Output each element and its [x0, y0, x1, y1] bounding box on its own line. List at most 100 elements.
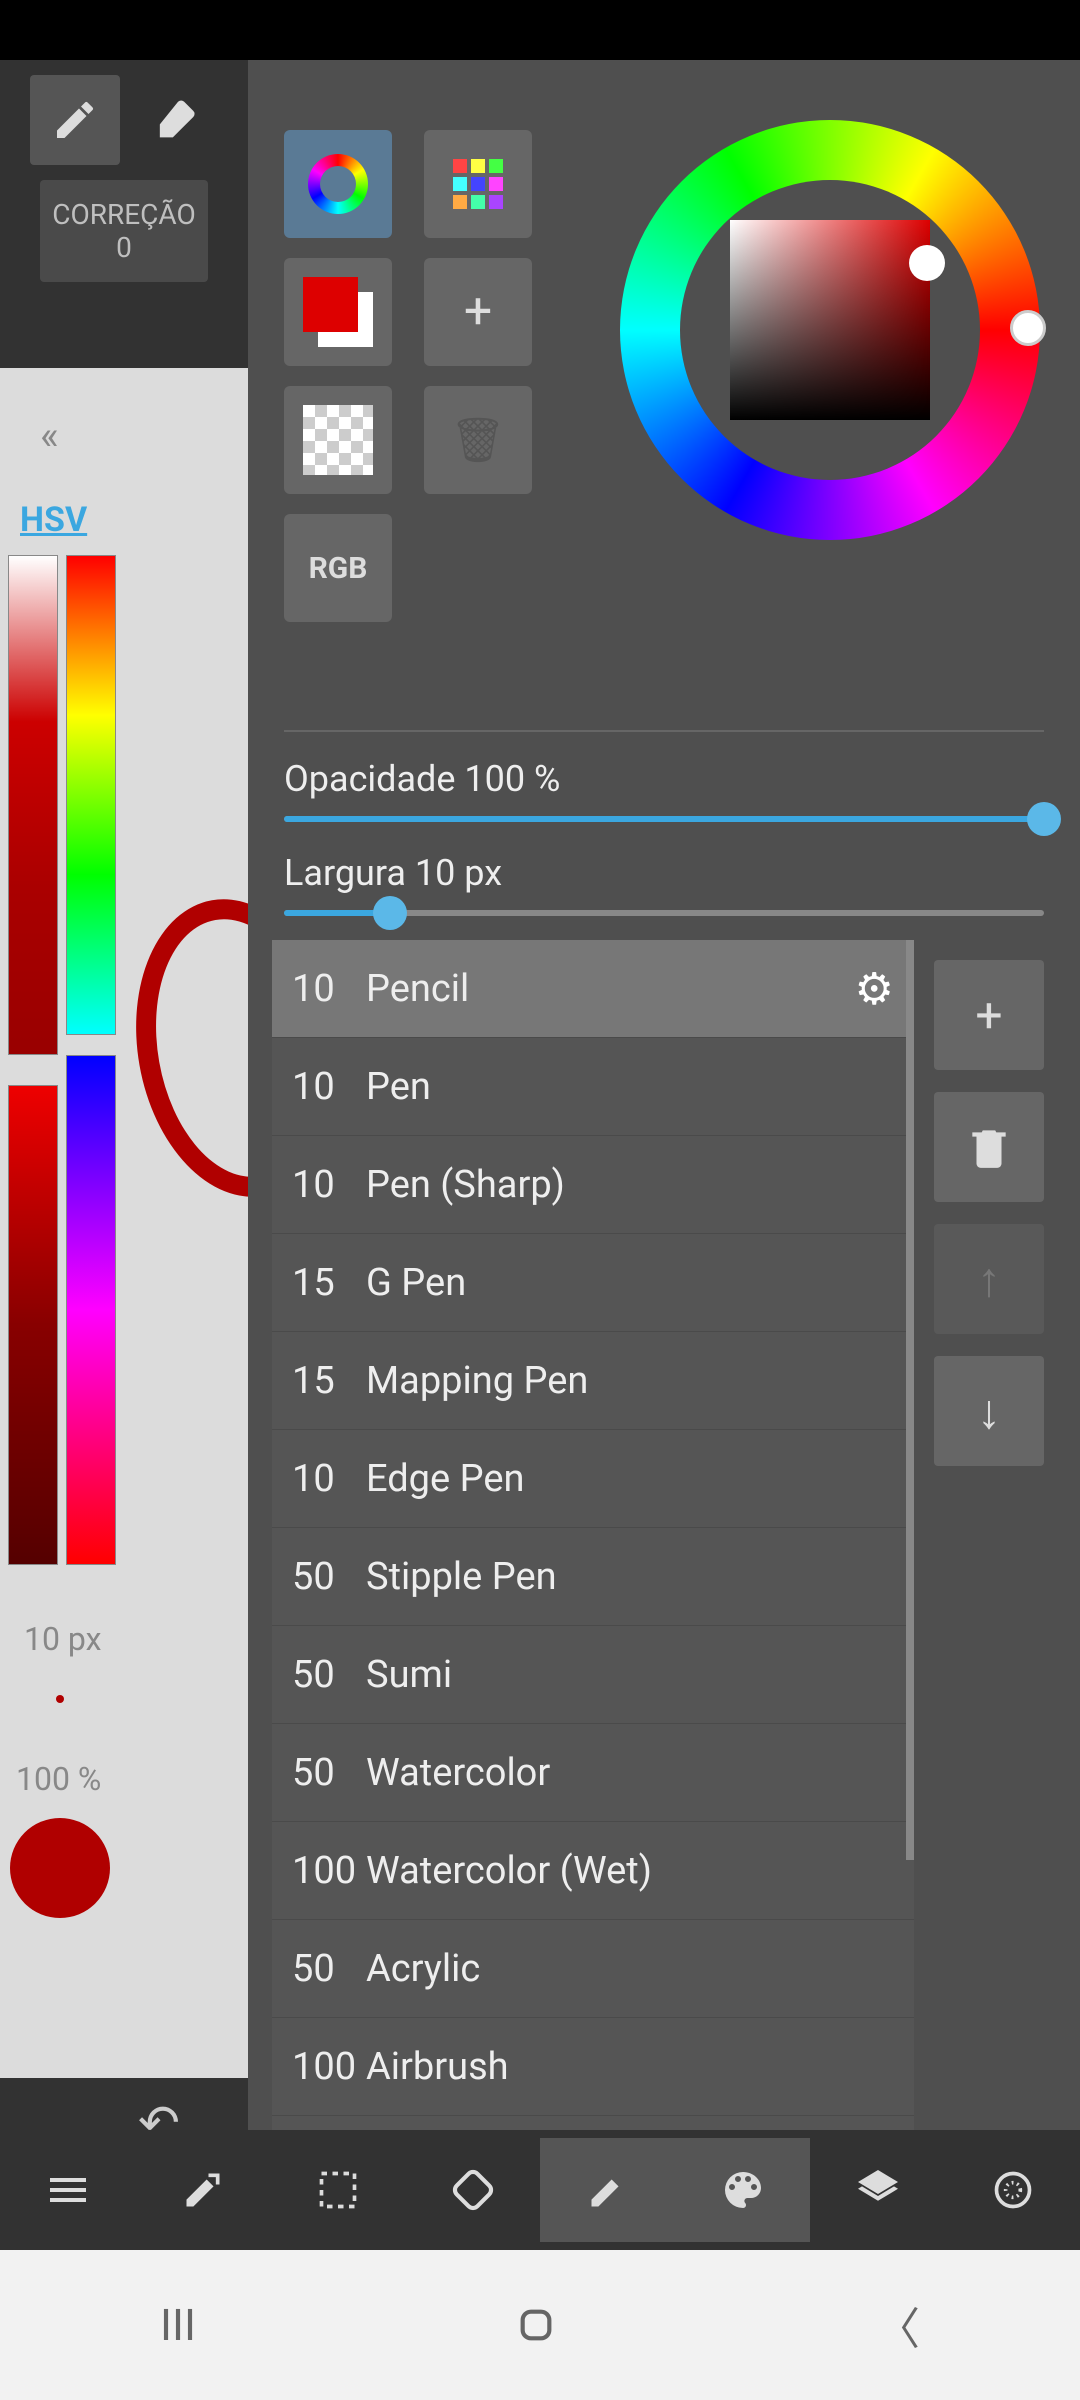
brush-row[interactable]: 10Pen (Sharp)	[272, 1136, 914, 1234]
checker-icon	[303, 405, 373, 475]
color-swatches-mode-button[interactable]	[424, 130, 532, 238]
brush-row[interactable]: 10Edge Pen	[272, 1430, 914, 1528]
more-button[interactable]	[945, 2130, 1080, 2250]
brush-name: Pen (Sharp)	[366, 1163, 894, 1207]
layers-button[interactable]	[810, 2130, 945, 2250]
vertical-sliders[interactable]	[8, 555, 120, 1555]
color-wheel[interactable]	[620, 120, 1040, 540]
brush-size: 50	[292, 1555, 366, 1599]
brush-list[interactable]: 10Pencil⚙10Pen10Pen (Sharp)15G Pen15Mapp…	[272, 940, 914, 2168]
brush-tab-button[interactable]	[540, 2138, 675, 2242]
pencil-icon	[586, 2168, 630, 2212]
eraser-tool-button[interactable]	[130, 75, 220, 165]
brush-row[interactable]: 100Airbrush	[272, 2018, 914, 2116]
rotate-icon	[448, 2165, 498, 2215]
brush-size: 15	[292, 1261, 366, 1305]
brush-size-label: 10 px	[24, 1620, 102, 1658]
brush-size: 10	[292, 1163, 366, 1207]
system-nav-bar: III 〈	[0, 2250, 1080, 2400]
arrow-up-icon: ↑	[977, 1251, 1001, 1308]
brush-size: 100	[292, 1849, 366, 1893]
brush-size: 50	[292, 1751, 366, 1795]
canvas-peek	[128, 368, 248, 2078]
rotate-button[interactable]	[405, 2130, 540, 2250]
collapse-chevron-icon[interactable]: «	[40, 412, 59, 459]
scrollbar[interactable]	[906, 940, 914, 1860]
transparency-button[interactable]	[284, 386, 392, 494]
left-sidebar: CORREÇÃO 0 « HSV 10 px 100 % ↶	[0, 60, 248, 2250]
palette-icon	[719, 2166, 767, 2214]
brush-size: 100	[292, 2045, 366, 2089]
width-slider[interactable]	[284, 910, 1044, 916]
layers-icon	[854, 2166, 902, 2214]
brush-properties-panel: + 🗑 RGB Opacidade 100 % Largura 10 px	[248, 60, 1080, 2168]
circle-dots-icon	[991, 2168, 1035, 2212]
menu-button[interactable]	[0, 2130, 135, 2250]
brush-row[interactable]: 50Acrylic	[272, 1920, 914, 2018]
brush-row[interactable]: 50Watercolor	[272, 1724, 914, 1822]
brush-name: Edge Pen	[366, 1457, 894, 1501]
opacity-slider-label: Opacidade 100 %	[284, 758, 1044, 800]
trash-icon	[964, 1122, 1014, 1172]
color-preview-swatch[interactable]	[10, 1818, 110, 1918]
color-wheel-mode-button[interactable]	[284, 130, 392, 238]
brush-name: Airbrush	[366, 2045, 894, 2089]
correction-value: 0	[40, 231, 208, 264]
brush-row[interactable]: 50Stipple Pen	[272, 1528, 914, 1626]
selection-button[interactable]	[270, 2130, 405, 2250]
brush-row[interactable]: 50Sumi	[272, 1626, 914, 1724]
sv-thumb[interactable]	[909, 245, 945, 281]
add-brush-button[interactable]: +	[934, 960, 1044, 1070]
brush-name: Pencil	[366, 967, 894, 1011]
gear-icon[interactable]: ⚙	[855, 963, 894, 1015]
fg-bg-swatch-button[interactable]	[284, 258, 392, 366]
add-color-button[interactable]: +	[424, 258, 532, 366]
opacity-slider[interactable]	[284, 816, 1044, 822]
brush-name: Watercolor	[366, 1751, 894, 1795]
brush-size: 10	[292, 967, 366, 1011]
correction-label: CORREÇÃO	[40, 198, 208, 231]
brush-row[interactable]: 15Mapping Pen	[272, 1332, 914, 1430]
width-slider-label: Largura 10 px	[284, 852, 1044, 894]
brush-name: Mapping Pen	[366, 1359, 894, 1403]
move-brush-down-button[interactable]: ↓	[934, 1356, 1044, 1466]
saturation-value-box[interactable]	[730, 220, 930, 420]
brush-name: Watercolor (Wet)	[366, 1849, 894, 1893]
brush-row[interactable]: 10Pencil⚙	[272, 940, 914, 1038]
brush-name: Stipple Pen	[366, 1555, 894, 1599]
status-bar	[0, 0, 1080, 60]
correction-button[interactable]: CORREÇÃO 0	[40, 180, 208, 282]
plus-icon: +	[975, 987, 1002, 1044]
move-brush-up-button[interactable]: ↑	[934, 1224, 1044, 1334]
recents-button[interactable]: III	[160, 2299, 196, 2351]
home-button[interactable]	[516, 2305, 556, 2345]
brush-size-preview-dot	[56, 1695, 64, 1703]
hsv-mode-tab[interactable]: HSV	[20, 500, 87, 540]
delete-brush-button[interactable]	[934, 1092, 1044, 1202]
brush-size: 50	[292, 1653, 366, 1697]
rgb-mode-button[interactable]: RGB	[284, 514, 392, 622]
palette-tab-button[interactable]	[675, 2138, 810, 2242]
brush-size: 10	[292, 1065, 366, 1109]
brush-name: Pen	[366, 1065, 894, 1109]
hue-thumb[interactable]	[1010, 310, 1046, 346]
arrow-down-icon: ↓	[977, 1383, 1001, 1440]
back-button[interactable]: 〈	[876, 2293, 920, 2357]
brush-row[interactable]: 15G Pen	[272, 1234, 914, 1332]
brush-row[interactable]: 10Pen	[272, 1038, 914, 1136]
plus-icon: +	[464, 283, 492, 341]
brush-row[interactable]: 100Watercolor (Wet)	[272, 1822, 914, 1920]
color-wheel-icon	[308, 154, 368, 214]
pencil-tool-button[interactable]	[30, 75, 120, 165]
brush-size: 10	[292, 1457, 366, 1501]
fg-bg-icon	[303, 277, 373, 347]
bottom-toolbar	[0, 2130, 1080, 2250]
edit-button[interactable]	[135, 2130, 270, 2250]
delete-color-button[interactable]: 🗑	[424, 386, 532, 494]
brush-size: 15	[292, 1359, 366, 1403]
trash-icon: 🗑	[450, 414, 506, 466]
edit-icon	[181, 2168, 225, 2212]
swatch-grid-icon	[453, 159, 503, 209]
brush-opacity-label: 100 %	[16, 1760, 101, 1798]
hamburger-icon	[44, 2166, 92, 2214]
